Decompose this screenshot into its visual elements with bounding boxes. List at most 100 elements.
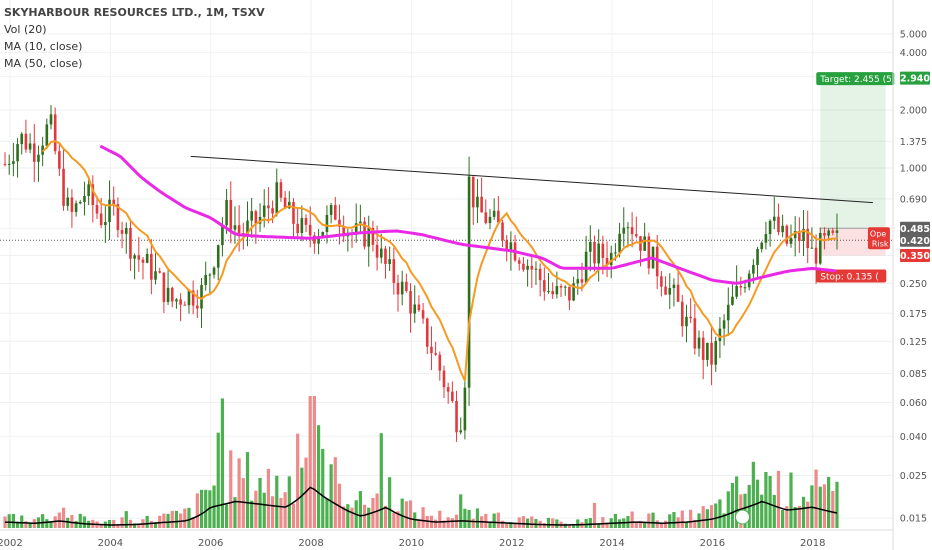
candle xyxy=(664,276,667,296)
candle xyxy=(112,186,116,216)
volume-bar xyxy=(149,520,153,528)
candle xyxy=(668,273,672,310)
candle xyxy=(296,208,299,240)
volume-bar xyxy=(41,514,45,528)
candle-body xyxy=(693,318,697,349)
candle xyxy=(70,189,74,228)
candle xyxy=(446,382,450,404)
candle xyxy=(693,304,697,355)
candle xyxy=(283,191,287,209)
candle-body xyxy=(522,263,525,270)
candle xyxy=(83,181,86,216)
candle-body xyxy=(196,305,199,309)
volume-bar xyxy=(224,504,229,528)
candle-body xyxy=(743,287,747,289)
candle-body xyxy=(233,225,237,230)
candle-body xyxy=(517,260,521,264)
candle-body xyxy=(208,274,212,276)
candle-body xyxy=(563,286,567,288)
volume-bar xyxy=(668,514,672,528)
volume-bar xyxy=(714,503,718,528)
volume-bar xyxy=(170,510,174,528)
candle xyxy=(626,222,630,248)
volume-bar xyxy=(300,467,304,528)
candle xyxy=(572,276,575,302)
volume-bar xyxy=(112,519,116,528)
candle xyxy=(62,149,65,211)
candle xyxy=(764,221,768,250)
candle xyxy=(74,200,78,217)
candle-body xyxy=(580,279,584,283)
candle-body xyxy=(120,230,124,234)
candle-body xyxy=(179,299,182,305)
candle-body xyxy=(618,233,621,253)
volume-bar xyxy=(555,519,559,528)
candle-body xyxy=(664,286,667,295)
volume-bar xyxy=(266,468,271,528)
candle xyxy=(12,142,15,177)
candle xyxy=(706,342,709,367)
candle-body xyxy=(626,227,630,229)
candle-body xyxy=(124,227,128,234)
volume-bar xyxy=(551,518,555,528)
candle xyxy=(300,205,304,242)
grid xyxy=(0,0,893,530)
candle xyxy=(66,187,70,211)
volume-bar xyxy=(818,486,822,528)
candle-body xyxy=(739,286,743,288)
volume-bar xyxy=(530,516,534,528)
candle xyxy=(714,336,718,372)
volume-bar xyxy=(120,517,124,528)
candle xyxy=(455,390,458,442)
candle-body xyxy=(3,163,7,165)
candle xyxy=(204,261,207,291)
candle xyxy=(685,304,688,343)
candle xyxy=(221,217,224,257)
candle-body xyxy=(501,222,504,241)
candle xyxy=(304,214,308,233)
candle-body xyxy=(292,201,295,224)
candle xyxy=(233,206,237,244)
volume-bar xyxy=(11,513,15,528)
candle xyxy=(333,196,337,221)
moving-averages xyxy=(41,140,838,382)
volume-bar xyxy=(651,512,655,528)
candle xyxy=(179,293,182,322)
risk-label: Risk xyxy=(872,239,889,248)
candle-body xyxy=(141,259,145,263)
ma10-line xyxy=(41,140,838,382)
volume-bar xyxy=(768,475,772,528)
candle-body xyxy=(463,387,467,431)
legend-ma50: MA (50, close) xyxy=(4,57,83,70)
axes: 5.0004.0003.0002.0001.3751.0000.6900.485… xyxy=(0,0,930,550)
candle-body xyxy=(630,227,634,235)
candle xyxy=(20,132,24,155)
volume-bar xyxy=(546,517,551,528)
candle xyxy=(760,241,764,253)
volume-bar xyxy=(383,505,388,528)
candle-body xyxy=(823,233,826,236)
stop-label: Stop: 0.135 ( xyxy=(820,272,879,282)
volume-bar xyxy=(199,489,204,528)
candle xyxy=(396,274,400,312)
candle-body xyxy=(108,199,111,223)
volume-bar xyxy=(672,512,676,528)
candle xyxy=(329,202,333,224)
candle-body xyxy=(597,243,600,264)
candle xyxy=(731,284,734,306)
candle-body xyxy=(45,124,49,146)
candle xyxy=(392,247,396,295)
price-chart[interactable]: Target: 2.455 (5 Stop: 0.135 (OpeRisk 5.0… xyxy=(0,0,932,550)
price-badge-label: 2.940 xyxy=(900,74,930,85)
volume-bar xyxy=(751,461,755,528)
volume-bar xyxy=(709,505,714,528)
candle-body xyxy=(706,342,709,360)
candle xyxy=(371,220,375,252)
candle-body xyxy=(175,299,178,302)
candle xyxy=(216,244,220,281)
candle-body xyxy=(689,316,692,319)
y-tick-label: 0.015 xyxy=(900,514,927,525)
candle-body xyxy=(430,346,433,354)
candle xyxy=(701,331,705,380)
candle xyxy=(768,219,772,247)
